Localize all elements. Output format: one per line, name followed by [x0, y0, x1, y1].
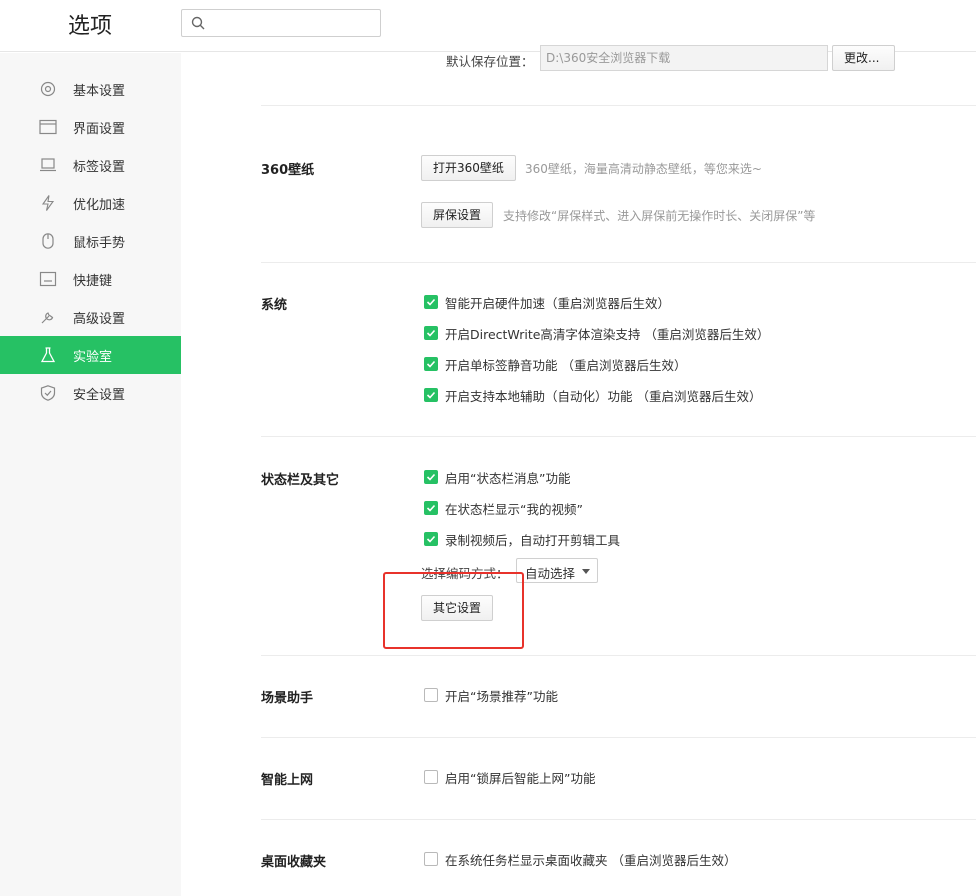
checkbox-checked[interactable] [424, 388, 438, 402]
sidebar-item-label: 高级设置 [73, 312, 126, 327]
section-title-system: 系统 [261, 298, 288, 313]
search-input[interactable] [181, 9, 381, 37]
sidebar-item-label: 鼠标手势 [73, 236, 126, 251]
sidebar-item-mouse-gesture[interactable]: 鼠标手势 [0, 222, 181, 260]
checkbox-label: 开启支持本地辅助（自动化）功能 （重启浏览器后生效） [445, 389, 762, 404]
sidebar-item-security[interactable]: 安全设置 [0, 374, 181, 412]
keyboard-icon [39, 271, 57, 287]
sidebar: 基本设置 界面设置 标签设置 优化加速 鼠标手势 快捷键 高级设置 实验室 安全… [0, 53, 181, 896]
checkbox-unchecked[interactable] [424, 688, 438, 702]
encoding-select-value: 自动选择 [525, 566, 576, 581]
sidebar-item-shortcuts[interactable]: 快捷键 [0, 260, 181, 298]
checkbox-checked[interactable] [424, 532, 438, 546]
checkbox-label: 在状态栏显示“我的视频” [445, 502, 583, 517]
checkbox-label: 开启DirectWrite高清字体渲染支持 （重启浏览器后生效） [445, 327, 770, 342]
wrench-icon [41, 312, 54, 324]
checkbox-label: 智能开启硬件加速（重启浏览器后生效） [445, 296, 671, 311]
search-icon [191, 16, 205, 30]
checkbox-label: 启用“状态栏消息”功能 [445, 471, 571, 486]
encoding-select[interactable]: 自动选择 [516, 558, 598, 583]
change-path-button[interactable]: 更改... [832, 45, 895, 71]
checkbox-label: 在系统任务栏显示桌面收藏夹 （重启浏览器后生效） [445, 853, 737, 868]
screensaver-settings-button[interactable]: 屏保设置 [421, 202, 494, 228]
divider [261, 436, 976, 437]
checkbox-label: 开启“场景推荐”功能 [445, 689, 558, 704]
section-title-statusbar: 状态栏及其它 [261, 473, 340, 488]
shield-icon [40, 385, 56, 401]
sidebar-item-label: 优化加速 [73, 198, 126, 213]
checkbox-checked[interactable] [424, 357, 438, 371]
checkbox-checked[interactable] [424, 295, 438, 309]
sidebar-item-optimize[interactable]: 优化加速 [0, 184, 181, 222]
sidebar-item-advanced[interactable]: 高级设置 [0, 298, 181, 336]
sidebar-item-basic[interactable]: 基本设置 [0, 70, 181, 108]
wallpaper-hint: 360壁纸，海量高清动静态壁纸，等您来选~ [525, 162, 762, 176]
open-wallpaper-button[interactable]: 打开360壁纸 [421, 155, 516, 181]
divider [261, 105, 976, 106]
highlight-box [383, 572, 524, 649]
laptop-icon [40, 158, 56, 172]
download-path-label: 默认保存位置： [446, 54, 534, 69]
checkbox-label: 启用“锁屏后智能上网”功能 [445, 771, 596, 786]
window-icon [39, 119, 57, 135]
divider [261, 737, 976, 738]
checkbox-unchecked[interactable] [424, 852, 438, 866]
checkbox-label: 录制视频后，自动打开剪辑工具 [445, 533, 621, 548]
settings-content: 默认保存位置： D:\360安全浏览器下载 更改... 360壁纸 打开360壁… [181, 45, 976, 896]
header: 选项 [0, 0, 976, 52]
sidebar-item-label: 标签设置 [73, 160, 126, 175]
divider [261, 819, 976, 820]
checkbox-checked[interactable] [424, 326, 438, 340]
chevron-down-icon [582, 569, 590, 574]
flask-icon [40, 347, 56, 363]
checkbox-unchecked[interactable] [424, 770, 438, 784]
sidebar-item-interface[interactable]: 界面设置 [0, 108, 181, 146]
sidebar-item-lab[interactable]: 实验室 [0, 336, 181, 374]
gear-icon [40, 81, 56, 97]
lightning-icon [41, 195, 55, 211]
page-title: 选项 [68, 14, 113, 39]
sidebar-item-tabs[interactable]: 标签设置 [0, 146, 181, 184]
sidebar-item-label: 界面设置 [73, 122, 126, 137]
section-title-wallpaper: 360壁纸 [261, 163, 315, 178]
sidebar-item-label: 安全设置 [73, 388, 126, 403]
checkbox-checked[interactable] [424, 470, 438, 484]
section-title-smart: 智能上网 [261, 773, 314, 788]
sidebar-item-label: 基本设置 [73, 84, 126, 99]
section-title-scene: 场景助手 [261, 691, 314, 706]
download-path-field[interactable]: D:\360安全浏览器下载 [540, 45, 828, 71]
mouse-icon [42, 233, 54, 249]
divider [261, 262, 976, 263]
screensaver-hint: 支持修改“屏保样式、进入屏保前无操作时长、关闭屏保”等 [503, 209, 816, 223]
sidebar-item-label: 实验室 [73, 350, 113, 365]
divider [261, 655, 976, 656]
checkbox-checked[interactable] [424, 501, 438, 515]
section-title-desktop-fav: 桌面收藏夹 [261, 855, 327, 870]
checkbox-label: 开启单标签静音功能 （重启浏览器后生效） [445, 358, 687, 373]
sidebar-item-label: 快捷键 [73, 274, 113, 289]
